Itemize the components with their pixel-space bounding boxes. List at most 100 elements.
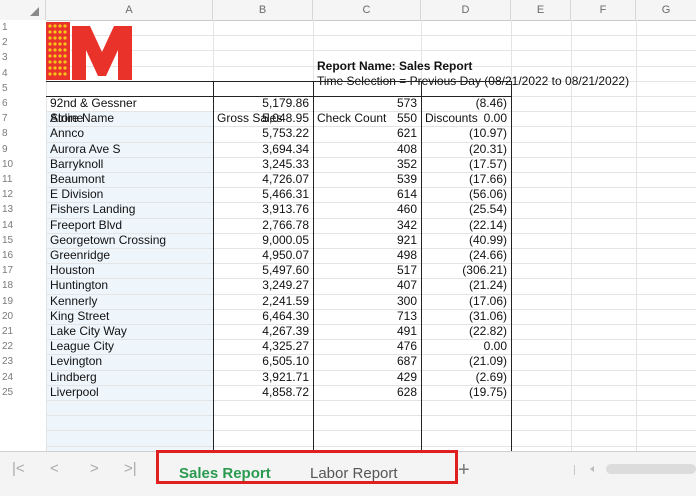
cell-check-count[interactable]: 407 — [313, 278, 417, 293]
cell-gross-sales[interactable]: 3,249.27 — [213, 278, 309, 293]
cell-discounts[interactable]: (2.69) — [421, 370, 507, 385]
cell-gross-sales[interactable]: 6,464.30 — [213, 309, 309, 324]
cell-check-count[interactable]: 460 — [313, 202, 417, 217]
row-header[interactable]: 16 — [0, 248, 46, 264]
column-header-c[interactable]: C — [313, 0, 421, 20]
cell-gross-sales[interactable]: 5,466.31 — [213, 187, 309, 202]
row-header[interactable]: 12 — [0, 187, 46, 203]
row-header[interactable]: 24 — [0, 369, 46, 385]
prev-sheet-button[interactable]: < — [50, 460, 59, 477]
cell-discounts[interactable]: (17.66) — [421, 172, 507, 187]
cell-store-name[interactable]: E Division — [50, 187, 210, 202]
cell-discounts[interactable]: (19.75) — [421, 385, 507, 400]
row-header[interactable]: 23 — [0, 354, 46, 370]
row-header[interactable]: 20 — [0, 308, 46, 324]
row-header[interactable]: 3 — [0, 50, 46, 66]
cell-gross-sales[interactable]: 3,694.34 — [213, 142, 309, 157]
cell-discounts[interactable]: 0.00 — [421, 339, 507, 354]
cell-store-name[interactable]: Fishers Landing — [50, 202, 210, 217]
column-header-e[interactable]: E — [511, 0, 571, 20]
row-header[interactable]: 8 — [0, 126, 46, 142]
cell-store-name[interactable]: Houston — [50, 263, 210, 278]
cell-store-name[interactable]: Huntington — [50, 278, 210, 293]
cell-check-count[interactable]: 573 — [313, 96, 417, 111]
row-header[interactable]: 10 — [0, 156, 46, 172]
cell-gross-sales[interactable]: 4,267.39 — [213, 324, 309, 339]
cell-check-count[interactable]: 491 — [313, 324, 417, 339]
cell-gross-sales[interactable]: 5,753.22 — [213, 126, 309, 141]
row-header[interactable]: 25 — [0, 384, 46, 400]
cell-gross-sales[interactable]: 4,325.27 — [213, 339, 309, 354]
cell-discounts[interactable]: (17.06) — [421, 294, 507, 309]
column-header-b[interactable]: B — [213, 0, 313, 20]
cell-discounts[interactable]: (10.97) — [421, 126, 507, 141]
cell-discounts[interactable]: (40.99) — [421, 233, 507, 248]
row-header[interactable]: 9 — [0, 141, 46, 157]
row-header[interactable]: 17 — [0, 263, 46, 279]
cell-check-count[interactable]: 517 — [313, 263, 417, 278]
cell-discounts[interactable]: (31.06) — [421, 309, 507, 324]
cell-check-count[interactable]: 713 — [313, 309, 417, 324]
cell-store-name[interactable]: King Street — [50, 309, 210, 324]
row-header[interactable]: 18 — [0, 278, 46, 294]
column-header-g[interactable]: G — [636, 0, 696, 20]
first-sheet-button[interactable]: |< — [12, 460, 25, 477]
cell-check-count[interactable]: 687 — [313, 354, 417, 369]
row-header[interactable]: 7 — [0, 111, 46, 127]
cell-discounts[interactable]: (17.57) — [421, 157, 507, 172]
row-header[interactable]: 11 — [0, 172, 46, 188]
cell-gross-sales[interactable]: 4,726.07 — [213, 172, 309, 187]
cell-store-name[interactable]: Beaumont — [50, 172, 210, 187]
cell-check-count[interactable]: 628 — [313, 385, 417, 400]
cell-store-name[interactable]: Lake City Way — [50, 324, 210, 339]
cell-discounts[interactable]: (20.31) — [421, 142, 507, 157]
cell-discounts[interactable]: (306.21) — [421, 263, 507, 278]
select-all-corner[interactable] — [0, 0, 46, 20]
row-header[interactable]: 14 — [0, 217, 46, 233]
cell-gross-sales[interactable]: 9,000.05 — [213, 233, 309, 248]
cell-gross-sales[interactable]: 3,913.76 — [213, 202, 309, 217]
cell-discounts[interactable]: (25.54) — [421, 202, 507, 217]
cell-check-count[interactable]: 476 — [313, 339, 417, 354]
cell-store-name[interactable]: Aurora Ave S — [50, 142, 210, 157]
cell-store-name[interactable]: Levington — [50, 354, 210, 369]
cell-store-name[interactable]: Greenridge — [50, 248, 210, 263]
cell-gross-sales[interactable]: 3,921.71 — [213, 370, 309, 385]
horizontal-scrollbar[interactable] — [574, 463, 696, 475]
cell-discounts[interactable]: (22.82) — [421, 324, 507, 339]
cell-gross-sales[interactable]: 4,858.72 — [213, 385, 309, 400]
cell-gross-sales[interactable]: 6,505.10 — [213, 354, 309, 369]
cell-store-name[interactable]: League City — [50, 339, 210, 354]
column-header-d[interactable]: D — [421, 0, 511, 20]
cell-check-count[interactable]: 621 — [313, 126, 417, 141]
cell-gross-sales[interactable]: 5,497.60 — [213, 263, 309, 278]
row-header[interactable]: 2 — [0, 35, 46, 51]
cell-discounts[interactable]: (56.06) — [421, 187, 507, 202]
cell-store-name[interactable]: Kennerly — [50, 294, 210, 309]
cell-gross-sales[interactable]: 2,241.59 — [213, 294, 309, 309]
row-header[interactable]: 6 — [0, 96, 46, 112]
cell-store-name[interactable]: Barryknoll — [50, 157, 210, 172]
row-header[interactable]: 13 — [0, 202, 46, 218]
cell-store-name[interactable]: Annco — [50, 126, 210, 141]
cell-gross-sales[interactable]: 5,048.95 — [213, 111, 309, 126]
row-header[interactable]: 5 — [0, 80, 46, 96]
cell-gross-sales[interactable]: 2,766.78 — [213, 218, 309, 233]
cell-discounts[interactable]: (21.09) — [421, 354, 507, 369]
cell-check-count[interactable]: 539 — [313, 172, 417, 187]
cell-gross-sales[interactable]: 3,245.33 — [213, 157, 309, 172]
row-header[interactable]: 19 — [0, 293, 46, 309]
column-header-f[interactable]: F — [571, 0, 636, 20]
last-sheet-button[interactable]: >| — [124, 460, 137, 477]
cell-store-name[interactable]: Liverpool — [50, 385, 210, 400]
row-header[interactable]: 1 — [0, 20, 46, 36]
row-header[interactable]: 21 — [0, 324, 46, 340]
cell-discounts[interactable]: 0.00 — [421, 111, 507, 126]
cell-check-count[interactable]: 352 — [313, 157, 417, 172]
cell-discounts[interactable]: (21.24) — [421, 278, 507, 293]
cell-check-count[interactable]: 614 — [313, 187, 417, 202]
cell-store-name[interactable]: Airline — [50, 111, 210, 126]
cell-store-name[interactable]: Freeport Blvd — [50, 218, 210, 233]
row-header[interactable]: 15 — [0, 232, 46, 248]
cell-store-name[interactable]: Georgetown Crossing — [50, 233, 210, 248]
